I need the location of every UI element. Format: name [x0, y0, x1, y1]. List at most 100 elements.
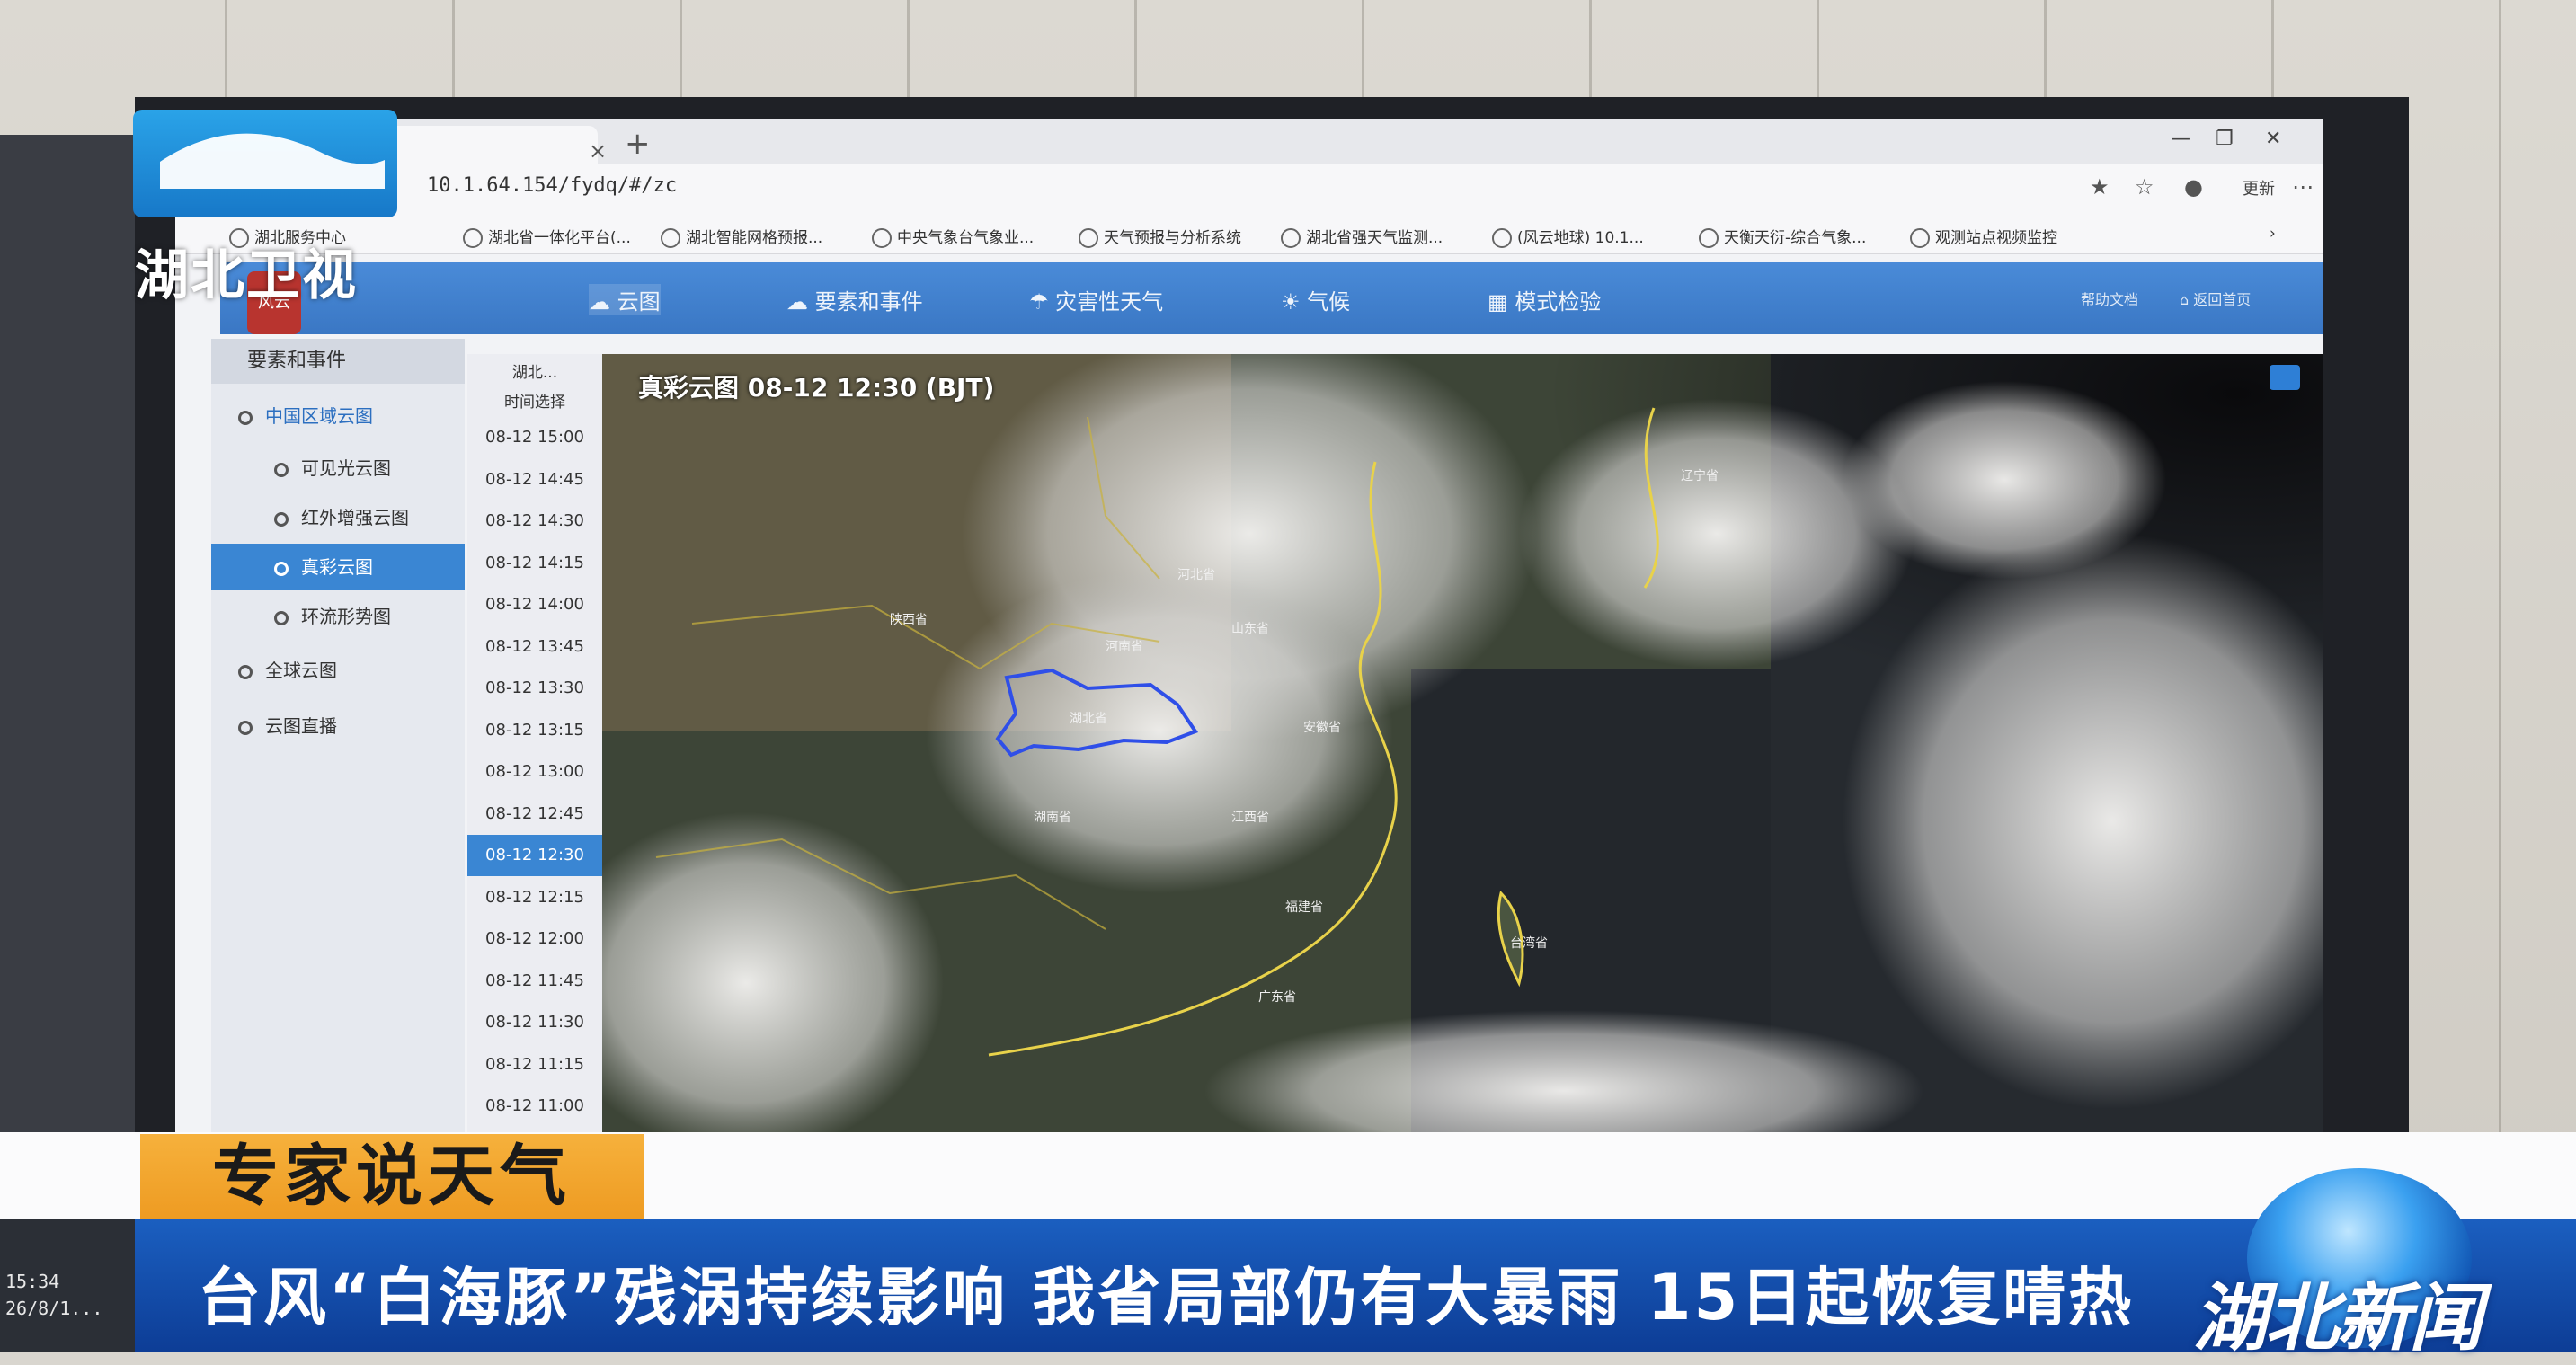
- update-button[interactable]: 更新: [2243, 176, 2275, 199]
- time-option[interactable]: 08-12 13:00: [467, 751, 602, 793]
- time-selector-title: 时间选择: [504, 394, 565, 412]
- nav-climate[interactable]: ☀ 气候: [1281, 284, 1350, 315]
- time-option[interactable]: 08-12 13:30: [467, 668, 602, 709]
- satellite-image: 河北省 河南省 湖北省 陕西省 江西省 湖南省 广东省 福建省 安徽省 山东省 …: [602, 354, 2323, 1139]
- news-headline: 台风“白海豚”残涡持续影响 我省局部仍有大暴雨 15日起恢复晴热: [198, 1261, 2135, 1334]
- channel-wave-icon: [160, 133, 385, 189]
- time-option[interactable]: 08-12 12:15: [467, 877, 602, 918]
- corner-camera-inset: 15:34 26/8/1...: [0, 1219, 135, 1352]
- nav-cloud[interactable]: ☁ 云图: [589, 284, 661, 315]
- time-option[interactable]: 08-12 14:15: [467, 543, 602, 584]
- monitor-screen: × + — ❐ ✕ 10.1.64.154/fydq/#/zc ★ ☆ ● 更新…: [175, 119, 2323, 1139]
- layers-icon[interactable]: [2270, 365, 2300, 390]
- time-option[interactable]: 08-12 12:00: [467, 918, 602, 960]
- url-field[interactable]: 10.1.64.154/fydq/#/zc: [427, 174, 677, 197]
- time-option[interactable]: 08-12 14:45: [467, 459, 602, 501]
- left-sidebar: 要素和事件 中国区域云图 可见光云图 红外增强云图 真彩云图 环流形势图 全球云…: [211, 339, 465, 1139]
- globe-icon: [1281, 228, 1301, 248]
- time-option[interactable]: 08-12 11:00: [467, 1086, 602, 1127]
- chevron-right-icon[interactable]: ›: [2270, 225, 2276, 243]
- sidebar-item-visible[interactable]: 可见光云图: [211, 445, 465, 492]
- map-label: 安徽省: [1303, 721, 1341, 735]
- corner-time: 15:34: [5, 1271, 60, 1292]
- tab-close-icon[interactable]: ×: [589, 138, 607, 164]
- home-link[interactable]: ⌂ 返回首页: [2180, 288, 2251, 309]
- app-header: 风云 ☁ 云图 ☁ 要素和事件 ☂ 灾害性天气 ☀ 气候 ▦ 模式检验 帮助文档…: [220, 262, 2323, 334]
- sidebar-title: 要素和事件: [211, 339, 465, 384]
- map-label: 辽宁省: [1681, 468, 1719, 483]
- corner-date: 26/8/1...: [5, 1298, 103, 1319]
- globe-icon: [463, 228, 483, 248]
- map-label: 湖北省: [1070, 712, 1107, 726]
- time-selector-header: 湖北... 时间选择: [467, 354, 602, 417]
- time-option[interactable]: 08-12 12:45: [467, 793, 602, 835]
- close-window-icon[interactable]: ✕: [2265, 128, 2281, 150]
- bookmark-item[interactable]: 湖北省一体化平台(...: [463, 225, 631, 248]
- bookmarks-bar: 湖北服务中心 湖北省一体化平台(... 湖北智能网格预报... 中央气象台气象业…: [175, 214, 2323, 254]
- cloud-korea: [1519, 399, 1914, 669]
- more-icon[interactable]: ⋯: [2292, 174, 2314, 199]
- help-docs-link[interactable]: 帮助文档: [2081, 288, 2138, 309]
- time-option[interactable]: 08-12 15:00: [467, 417, 602, 458]
- map-label: 福建省: [1285, 900, 1323, 915]
- cloud-icon: ☁: [786, 289, 815, 315]
- nav-elements-events[interactable]: ☁ 要素和事件: [786, 284, 923, 315]
- sun-cloud-icon: ☀: [1281, 289, 1308, 315]
- radio-icon: [274, 610, 289, 625]
- chart-icon: ▦: [1488, 289, 1515, 315]
- sidebar-item-infrared[interactable]: 红外增强云图: [211, 494, 465, 541]
- new-tab-icon[interactable]: +: [625, 126, 651, 162]
- profile-icon[interactable]: ●: [2184, 174, 2203, 199]
- map-label: 山东省: [1231, 622, 1269, 636]
- time-selector: 湖北... 时间选择 08-12 15:00 08-12 14:45 08-12 1…: [467, 354, 602, 1139]
- time-option[interactable]: 08-12 14:30: [467, 501, 602, 542]
- video-icon: [1910, 228, 1930, 248]
- time-option[interactable]: 08-12 14:00: [467, 584, 602, 625]
- time-option[interactable]: 08-12 13:15: [467, 710, 602, 751]
- map-label: 台湾省: [1510, 935, 1548, 951]
- channel-name: 湖北卫视: [135, 244, 358, 307]
- bookmark-item[interactable]: 湖北省强天气监测...: [1281, 225, 1443, 248]
- time-option[interactable]: 08-12 11:30: [467, 1002, 602, 1043]
- sidebar-item-live[interactable]: 云图直播: [211, 703, 465, 749]
- nav-severe-weather[interactable]: ☂ 灾害性天气: [1029, 284, 1163, 315]
- globe-icon: [1699, 228, 1719, 248]
- sidebar-item-true-color[interactable]: 真彩云图: [211, 544, 465, 590]
- time-option[interactable]: 08-12 12:30: [467, 835, 602, 876]
- program-topic: 专家说天气: [140, 1134, 644, 1219]
- time-option[interactable]: 08-12 13:45: [467, 626, 602, 668]
- home-icon: ⌂: [2180, 291, 2194, 308]
- globe-icon: [1492, 228, 1512, 248]
- restore-icon[interactable]: ❐: [2216, 128, 2234, 150]
- radio-icon: [238, 410, 253, 425]
- bookmark-item[interactable]: 中央气象台气象业...: [872, 225, 1034, 248]
- time-option[interactable]: 08-12 11:15: [467, 1044, 602, 1086]
- bookmark-item[interactable]: 湖北智能网格预报...: [661, 225, 822, 248]
- address-bar: 10.1.64.154/fydq/#/zc ★ ☆ ● 更新 ⋯: [175, 164, 2323, 214]
- bookmark-item[interactable]: 观测站点视频监控: [1910, 225, 2057, 248]
- map-title: 真彩云图 08-12 12:30 (BJT): [638, 373, 995, 403]
- radio-icon: [238, 664, 253, 679]
- region-select[interactable]: 湖北...: [467, 359, 602, 382]
- time-option[interactable]: 08-12 11:45: [467, 961, 602, 1002]
- sidebar-item-china-region[interactable]: 中国区域云图: [211, 393, 465, 439]
- bookmark-item[interactable]: 天气预报与分析系统: [1079, 225, 1241, 248]
- bookmark-item[interactable]: (风云地球) 10.1...: [1492, 225, 1644, 248]
- umbrella-icon: ☂: [1029, 289, 1056, 315]
- satellite-map[interactable]: 河北省 河南省 湖北省 陕西省 江西省 湖南省 广东省 福建省 安徽省 山东省 …: [602, 354, 2323, 1139]
- radio-icon: [238, 720, 253, 735]
- favorites-icon[interactable]: ☆: [2135, 174, 2154, 199]
- map-label: 广东省: [1258, 990, 1296, 1005]
- minimize-icon[interactable]: —: [2171, 128, 2190, 150]
- map-label: 河北省: [1177, 568, 1215, 582]
- globe-icon: [1079, 228, 1098, 248]
- channel-logo: [133, 110, 397, 217]
- sidebar-item-global[interactable]: 全球云图: [211, 647, 465, 694]
- globe-icon: [872, 228, 892, 248]
- nav-model-check[interactable]: ▦ 模式检验: [1488, 284, 1601, 315]
- map-label: 湖南省: [1034, 811, 1071, 825]
- browser-tab-bar: × + — ❐ ✕: [175, 119, 2323, 164]
- star-icon[interactable]: ★: [2090, 174, 2110, 199]
- sidebar-item-circulation[interactable]: 环流形势图: [211, 593, 465, 640]
- bookmark-item[interactable]: 天衡天衍-综合气象...: [1699, 225, 1866, 248]
